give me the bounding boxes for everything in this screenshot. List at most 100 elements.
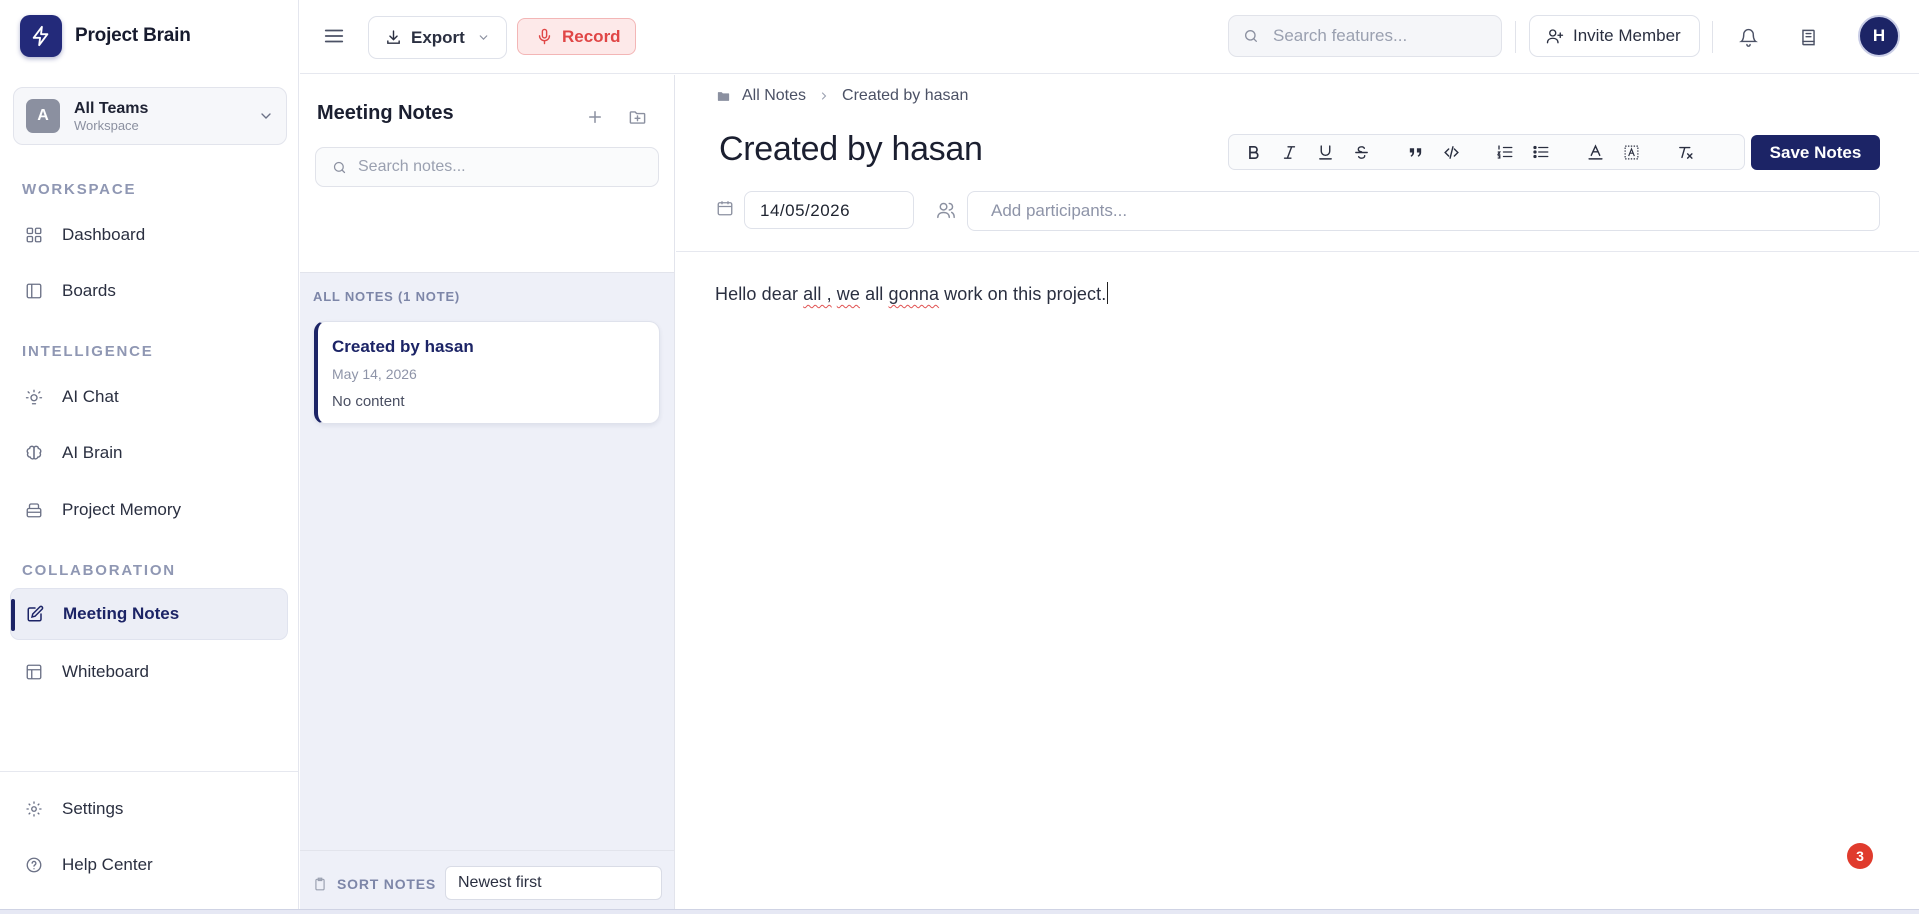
sidebar-item-settings[interactable]: Settings	[10, 783, 288, 835]
sidebar-item-whiteboard[interactable]: Whiteboard	[10, 646, 288, 698]
team-switcher[interactable]: A All Teams Workspace	[13, 87, 287, 145]
users-icon	[936, 201, 956, 219]
menu-button[interactable]	[318, 20, 350, 52]
user-avatar[interactable]: H	[1858, 15, 1900, 57]
folder-plus-icon	[629, 110, 645, 124]
strikethrough-button[interactable]	[1349, 140, 1373, 164]
sidebar-item-ai-chat[interactable]: AI Chat	[10, 371, 288, 423]
code-icon	[1443, 145, 1459, 159]
clear-format-button[interactable]	[1673, 140, 1697, 164]
docs-button[interactable]	[1790, 19, 1826, 55]
plus-icon	[589, 111, 601, 123]
underline-icon	[1318, 144, 1332, 160]
meeting-date-field[interactable]: 14/05/2026	[744, 191, 914, 229]
record-button[interactable]: Record	[517, 18, 636, 55]
sidebar-item-label: Project Memory	[62, 500, 182, 519]
clipboard-icon	[315, 877, 325, 891]
team-subtitle: Workspace	[74, 118, 139, 133]
section-label-intelligence: INTELLIGENCE	[22, 343, 154, 360]
divider	[1712, 21, 1713, 53]
brain-icon	[24, 443, 44, 463]
export-label: Export	[411, 27, 465, 47]
search-input[interactable]	[1273, 26, 1473, 46]
formatting-toolbar	[1228, 134, 1745, 170]
lightning-logo-icon	[20, 15, 62, 57]
sidebar-item-label: Settings	[62, 799, 124, 818]
underline-button[interactable]	[1313, 140, 1337, 164]
text-color-button[interactable]	[1583, 140, 1607, 164]
ordered-list-button[interactable]	[1493, 140, 1517, 164]
note-editor: All Notes Created by hasan Created by ha…	[676, 75, 1919, 914]
sidebar-item-meeting-notes[interactable]: Meeting Notes	[10, 588, 288, 640]
section-label-collaboration: COLLABORATION	[22, 562, 176, 579]
search-icon	[1243, 28, 1259, 44]
bold-button[interactable]	[1241, 140, 1265, 164]
topbar: Export Record Invite Member H	[300, 0, 1919, 74]
folder-icon	[717, 91, 730, 101]
save-notes-button[interactable]: Save Notes	[1751, 135, 1880, 170]
export-button[interactable]: Export	[368, 16, 507, 59]
body-text-segment: work on this project.	[939, 284, 1107, 304]
notifications-button[interactable]	[1730, 19, 1766, 55]
notes-search[interactable]	[315, 147, 659, 187]
table-icon	[24, 662, 44, 682]
calendar-icon	[716, 199, 734, 217]
spellcheck-flagged-text: we	[836, 284, 860, 304]
invite-member-button[interactable]: Invite Member	[1529, 15, 1700, 57]
notification-count-badge[interactable]: 3	[1847, 843, 1873, 869]
note-title[interactable]: Created by hasan	[719, 130, 983, 169]
board-icon	[24, 281, 44, 301]
notes-panel-header: Meeting Notes	[300, 75, 674, 273]
sort-bar: SORT NOTES Newest first	[300, 850, 674, 914]
participants-field[interactable]	[967, 191, 1880, 231]
chevron-down-icon	[477, 31, 490, 44]
chevron-down-icon	[258, 108, 274, 124]
spellcheck-flagged-text: all ,	[803, 284, 832, 304]
notes-list-header: ALL NOTES (1 NOTE)	[313, 289, 461, 304]
breadcrumb-root[interactable]: All Notes	[742, 87, 806, 105]
sidebar-item-label: Meeting Notes	[63, 604, 180, 623]
hamburger-icon	[324, 29, 344, 43]
note-card[interactable]: Created by hasan May 14, 2026 No content	[314, 321, 660, 424]
book-icon	[1801, 29, 1815, 45]
gear-icon	[24, 799, 44, 819]
brand[interactable]: Project Brain	[20, 15, 191, 57]
add-note-button[interactable]	[580, 102, 610, 132]
sort-label: SORT NOTES	[313, 876, 436, 892]
bullet-list-button[interactable]	[1529, 140, 1553, 164]
breadcrumb: All Notes Created by hasan	[716, 87, 968, 105]
body-text-segment: Hello dear	[715, 284, 804, 304]
sidebar-item-boards[interactable]: Boards	[10, 265, 288, 317]
search-icon	[332, 160, 347, 175]
new-folder-button[interactable]	[622, 102, 652, 132]
notes-search-input[interactable]	[358, 158, 638, 176]
help-icon	[24, 855, 44, 875]
divider	[676, 251, 1919, 252]
sort-select[interactable]: Newest first	[445, 866, 662, 900]
sidebar-item-dashboard[interactable]: Dashboard	[10, 209, 288, 261]
sidebar-item-help-center[interactable]: Help Center	[10, 839, 288, 891]
invite-label: Invite Member	[1573, 26, 1681, 45]
italic-button[interactable]	[1277, 140, 1301, 164]
bell-icon	[1738, 28, 1758, 47]
note-card-preview: No content	[332, 393, 405, 410]
note-body[interactable]: Hello dear all , we all gonna work on th…	[715, 282, 1109, 305]
note-card-title: Created by hasan	[332, 337, 474, 356]
record-label: Record	[562, 26, 621, 46]
participants-input[interactable]	[991, 201, 1851, 221]
team-name: All Teams	[74, 100, 149, 117]
sidebar-item-label: AI Brain	[62, 443, 123, 462]
sidebar-item-label: AI Chat	[62, 387, 119, 406]
spellcheck-flagged-text: gonna	[888, 284, 940, 304]
quote-button[interactable]	[1403, 140, 1427, 164]
sidebar-item-project-memory[interactable]: Project Memory	[10, 484, 288, 536]
sidebar-item-label: Whiteboard	[62, 662, 149, 681]
feature-search[interactable]	[1228, 15, 1502, 57]
sidebar-item-ai-brain[interactable]: AI Brain	[10, 427, 288, 479]
divider	[1515, 21, 1516, 53]
notes-panel-title: Meeting Notes	[317, 102, 454, 124]
code-button[interactable]	[1439, 140, 1463, 164]
bold-icon	[1248, 145, 1259, 159]
note-card-date: May 14, 2026	[332, 366, 417, 382]
highlight-button[interactable]	[1619, 140, 1643, 164]
